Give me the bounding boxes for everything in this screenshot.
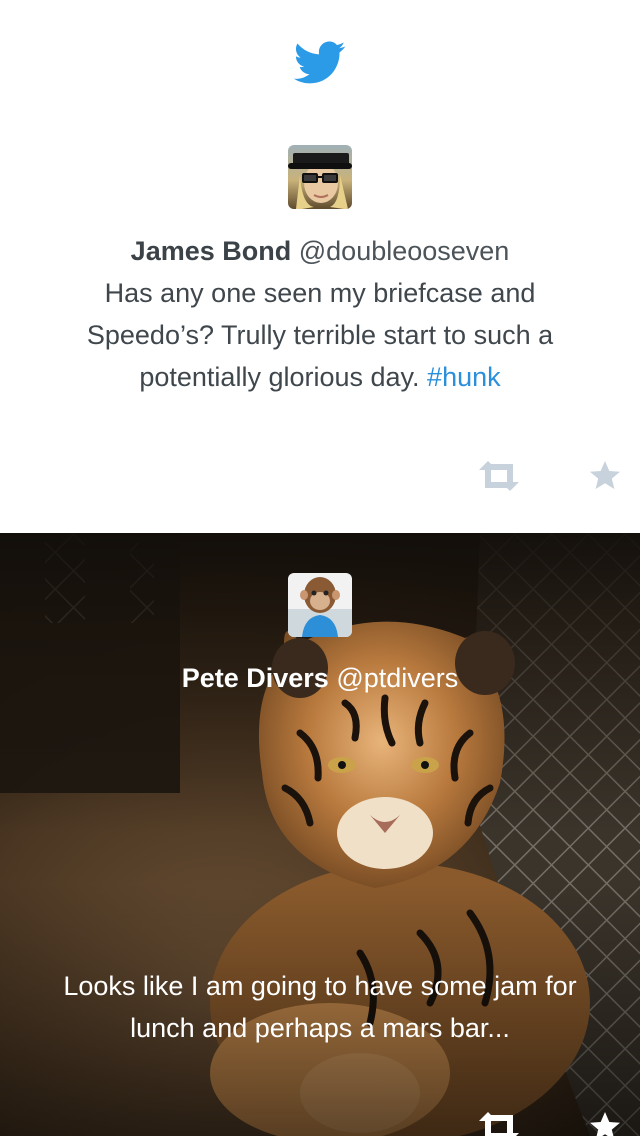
hashtag-link[interactable]: #hunk: [427, 362, 501, 392]
retweet-icon[interactable]: [477, 460, 521, 492]
author-name[interactable]: Pete Divers: [182, 663, 329, 693]
avatar[interactable]: [288, 573, 352, 637]
author-handle[interactable]: @doubleooseven: [299, 236, 510, 266]
star-icon[interactable]: [589, 1111, 621, 1136]
tweet-feed: James Bond @doubleooseven Has any one se…: [0, 0, 640, 1136]
author-handle[interactable]: @ptdivers: [336, 663, 458, 693]
tweet-text: Looks like I am going to have some jam f…: [63, 971, 577, 1043]
tweet-text-block: James Bond @doubleooseven Has any one se…: [40, 230, 600, 398]
star-icon[interactable]: [589, 460, 621, 492]
tweet-author-block: Pete Divers @ptdivers: [40, 658, 600, 698]
retweet-icon[interactable]: [477, 1111, 521, 1136]
twitter-bird-icon: [294, 41, 346, 84]
author-name[interactable]: James Bond: [131, 236, 292, 266]
tweet-card-1[interactable]: James Bond @doubleooseven Has any one se…: [0, 0, 640, 533]
avatar[interactable]: [288, 145, 352, 209]
tweet-card-2[interactable]: Pete Divers @ptdivers Looks like I am go…: [0, 533, 640, 1136]
